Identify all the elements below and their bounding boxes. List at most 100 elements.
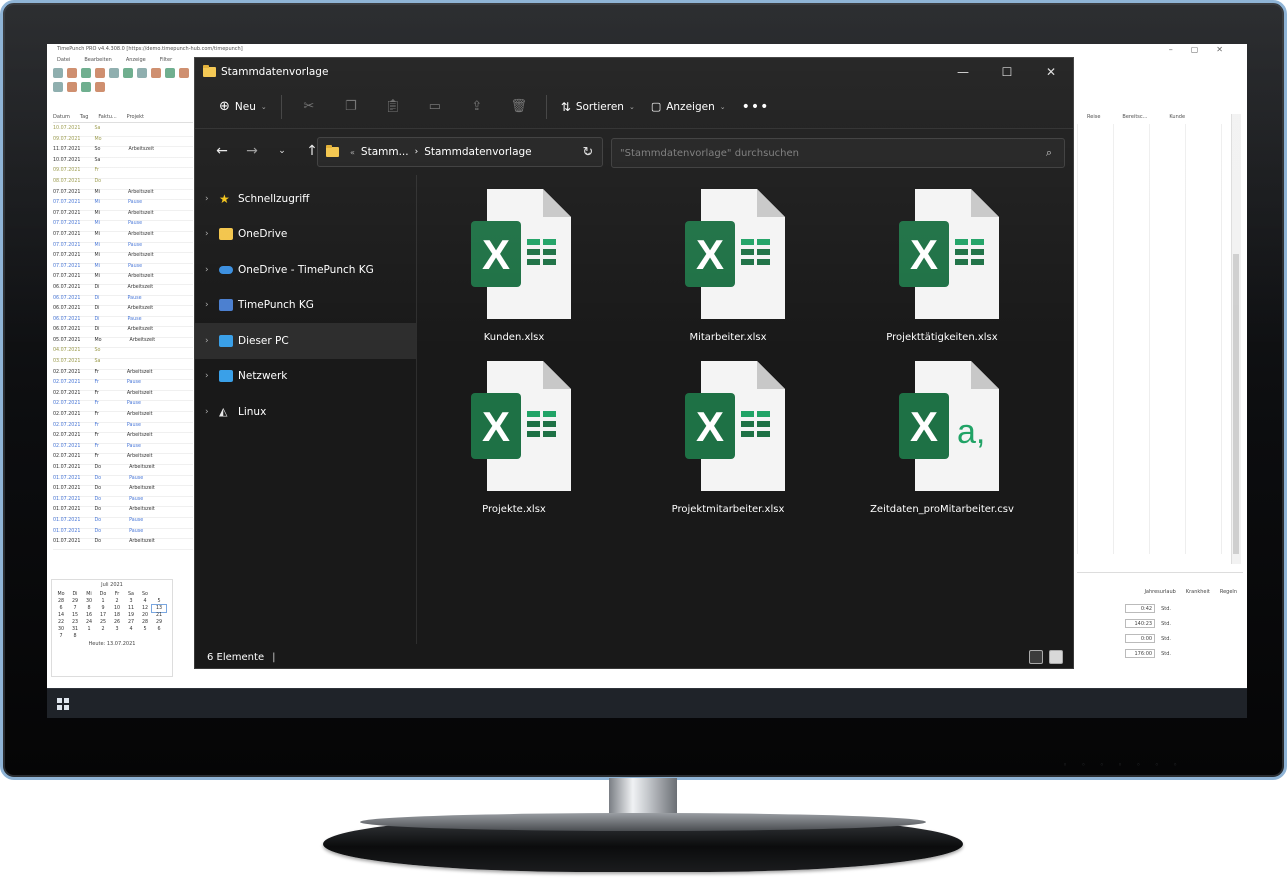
col-reise[interactable]: Reise [1087,114,1100,120]
chevron-right-icon[interactable]: › [205,194,219,204]
chevron-right-icon[interactable]: › [205,371,219,381]
calendar-day[interactable]: 21 [152,612,166,619]
toolbar-icon[interactable] [109,68,119,78]
calendar-day[interactable]: 28 [54,598,68,605]
file-item[interactable]: X Mitarbeiter.xlsx [643,189,813,349]
sidebar-item-timepunch-kg[interactable]: › TimePunch KG [195,288,416,324]
breadcrumb-overflow-icon[interactable]: « [350,148,355,157]
calendar-day[interactable]: 6 [152,626,166,633]
calendar-day[interactable]: 16 [82,612,96,619]
calendar-day[interactable]: 14 [54,612,68,619]
minimize-icon[interactable]: — [941,58,985,85]
chevron-right-icon[interactable]: › [205,265,219,275]
table-row[interactable]: 02.07.2021 Fr Arbeitszeit [53,370,193,381]
refresh-icon[interactable]: ↻ [573,137,603,167]
table-row[interactable]: 09.07.2021 Mo [53,137,193,148]
file-item[interactable]: X Projektmitarbeiter.xlsx [643,361,813,521]
col-kunde[interactable]: Kunde [1169,114,1185,120]
table-row[interactable]: 09.07.2021 Fr [53,168,193,179]
table-row[interactable]: 10.07.2021 Sa [53,126,193,137]
table-row[interactable]: 02.07.2021 Fr Arbeitszeit [53,454,193,465]
new-button[interactable]: ⊕ Neu ⌄ [211,92,275,122]
calendar-day[interactable]: 23 [68,619,82,626]
table-row[interactable]: 02.07.2021 Fr Pause [53,423,193,434]
col-bereitschaft[interactable]: Bereitsc... [1122,114,1147,120]
calendar-day[interactable]: 25 [96,619,110,626]
toolbar-icon[interactable] [95,82,105,92]
menu-item-filter[interactable]: Filter [160,57,172,65]
calendar-day[interactable]: 18 [110,612,124,619]
close-icon[interactable]: ✕ [1029,58,1073,85]
forward-arrow-icon[interactable]: → [237,136,267,166]
table-row[interactable]: 08.07.2021 Do [53,179,193,190]
calendar-day[interactable]: 17 [96,612,110,619]
calendar-day[interactable]: 19 [124,612,138,619]
table-row[interactable]: 01.07.2021 Do Pause [53,518,193,529]
search-input[interactable]: "Stammdatenvorlage" durchsuchen ⌕ [611,138,1065,168]
calendar-day[interactable]: 1 [96,598,110,605]
stat-value[interactable]: 140:23 [1125,619,1156,628]
toolbar-icon[interactable] [67,68,77,78]
windows-start-icon[interactable] [57,698,69,710]
toolbar-icon[interactable] [95,68,105,78]
file-item[interactable]: X Kunden.xlsx [429,189,599,349]
toolbar-icon[interactable] [53,68,63,78]
sidebar-item-onedrive-timepunch-kg[interactable]: › OneDrive - TimePunch KG [195,252,416,288]
calendar-day[interactable]: 28 [138,619,152,626]
table-row[interactable]: 07.07.2021 Mi Pause [53,200,193,211]
menu-item-anzeige[interactable]: Anzeige [126,57,146,65]
table-row[interactable]: 01.07.2021 Do Arbeitszeit [53,486,193,497]
calendar-day[interactable]: 29 [152,619,166,626]
chevron-right-icon[interactable]: › [205,229,219,239]
toolbar-icon[interactable] [179,68,189,78]
calendar-day[interactable]: 27 [124,619,138,626]
table-row[interactable]: 05.07.2021 Mo Arbeitszeit [53,338,193,349]
paste-icon[interactable]: 📋︎ [372,92,414,122]
calendar-day[interactable]: 13 [151,604,167,613]
calendar-day[interactable]: 3 [110,626,124,633]
table-row[interactable]: 01.07.2021 Do Pause [53,529,193,540]
calendar-day[interactable]: 7 [68,605,82,612]
col-datum[interactable]: Datum [53,114,70,122]
table-row[interactable]: 06.07.2021 Di Pause [53,296,193,307]
calendar-day[interactable]: 30 [82,598,96,605]
file-item[interactable]: a, X Zeitdaten_proMitarbeiter.csv [857,361,1027,521]
calendar-day[interactable]: 2 [96,626,110,633]
stat-value[interactable]: 0:42 [1125,604,1156,613]
table-row[interactable]: 01.07.2021 Do Arbeitszeit [53,507,193,518]
breadcrumb-item-current[interactable]: Stammdatenvorlage [424,146,531,158]
toolbar-icon[interactable] [137,68,147,78]
table-row[interactable]: 01.07.2021 Do Arbeitszeit [53,539,193,550]
table-row[interactable]: 02.07.2021 Fr Pause [53,401,193,413]
table-row[interactable]: 06.07.2021 Di Arbeitszeit [53,285,193,296]
calendar-day[interactable]: 2 [110,598,124,605]
table-row[interactable]: 02.07.2021 Fr Pause [53,380,193,391]
toolbar-icon[interactable] [165,68,175,78]
table-row[interactable]: 01.07.2021 Do Arbeitszeit [53,465,193,476]
calendar-day[interactable]: 31 [68,626,82,633]
table-row[interactable]: 07.07.2021 Mi Arbeitszeit [53,211,193,222]
back-arrow-icon[interactable]: ← [207,136,237,166]
table-row[interactable]: 07.07.2021 Mi Arbeitszeit [53,274,193,285]
calendar-day[interactable]: 4 [124,626,138,633]
table-row[interactable]: 06.07.2021 Di Pause [53,317,193,328]
maximize-icon[interactable]: ☐ [985,58,1029,85]
calendar-day[interactable]: 7 [54,633,68,640]
table-row[interactable]: 07.07.2021 Mi Arbeitszeit [53,232,193,243]
table-row[interactable]: 11.07.2021 So Arbeitszeit [53,147,193,158]
table-row[interactable]: 06.07.2021 Di Arbeitszeit [53,306,193,317]
chevron-right-icon[interactable]: › [205,300,219,310]
table-row[interactable]: 07.07.2021 Mi Pause [53,221,193,232]
calendar-month[interactable]: Juli 2021 [54,582,170,591]
calendar-day[interactable]: 26 [110,619,124,626]
calendar-day[interactable]: 30 [54,626,68,633]
background-window-controls[interactable]: –▢✕ [1169,45,1241,54]
table-row[interactable]: 07.07.2021 Mi Arbeitszeit [53,253,193,264]
sidebar-item-dieser-pc[interactable]: › Dieser PC [195,323,416,359]
stat-value[interactable]: 0:00 [1125,634,1156,643]
sidebar-item-linux[interactable]: › ◭ Linux [195,394,416,430]
calendar-day[interactable]: 5 [138,626,152,633]
table-row[interactable]: 02.07.2021 Fr Arbeitszeit [53,433,193,444]
copy-icon[interactable]: ❐ [330,92,372,122]
breadcrumb-item-parent[interactable]: Stamm... [361,146,409,158]
